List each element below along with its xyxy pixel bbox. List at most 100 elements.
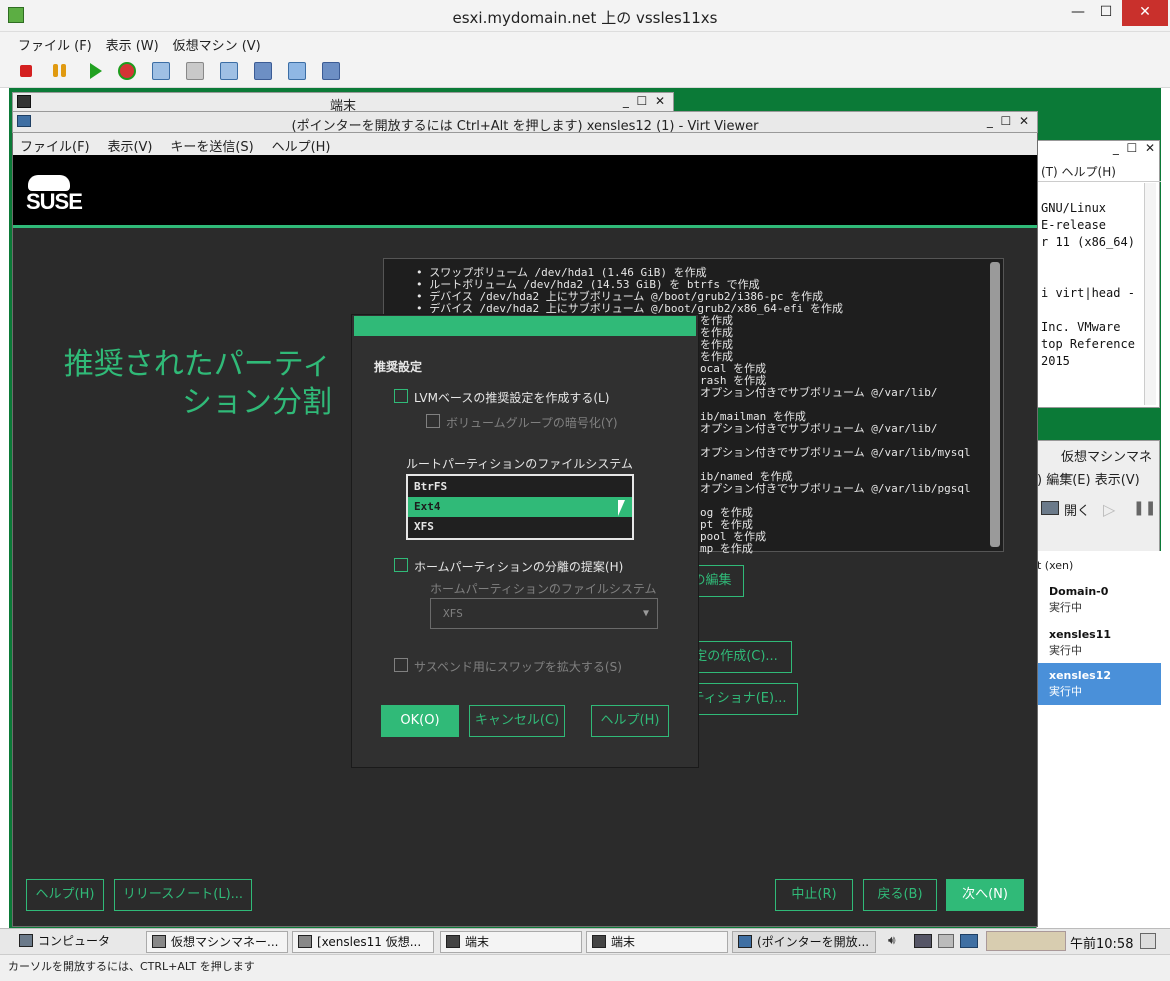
suse-logo: SUSE: [26, 189, 83, 214]
close-button[interactable]: ✕: [1122, 0, 1168, 26]
taskbar-terminal-1[interactable]: 端末: [440, 931, 582, 953]
reset-icon[interactable]: [118, 62, 136, 80]
log-scrollbar[interactable]: [990, 262, 1000, 547]
maximize-button[interactable]: ☐: [1090, 0, 1122, 26]
next-button[interactable]: 次へ(N): [946, 879, 1024, 911]
dialog-section-title: 推奨設定: [374, 360, 423, 374]
taskbar-label: [xensles11 仮想...: [317, 935, 422, 949]
page-title-line1: 推奨されたパーティ: [63, 347, 332, 382]
taskbar-vm-manager[interactable]: 仮想マシンマネー...: [146, 931, 288, 953]
log-line: mp を作成: [700, 542, 753, 555]
root-fs-list[interactable]: BtrFS Ext4 XFS: [406, 474, 634, 540]
vm-window-icon: [298, 935, 312, 948]
pause-icon[interactable]: [53, 64, 58, 77]
printer-icon[interactable]: [938, 934, 954, 948]
encrypt-checkbox[interactable]: [426, 414, 440, 428]
home-fs-value: XFS: [443, 607, 463, 620]
abort-button[interactable]: 中止(R): [775, 879, 853, 911]
dialog-help-button[interactable]: ヘルプ(H): [591, 705, 669, 737]
terminal-line: r 11 (x86_64): [1041, 235, 1135, 249]
release-notes-button[interactable]: リリースノート(L)...: [114, 879, 252, 911]
snapshot-icon[interactable]: [152, 62, 170, 80]
mouse-cursor-icon: [618, 500, 632, 516]
installer-help-button[interactable]: ヘルプ(H): [26, 879, 104, 911]
terminal-icon: [592, 935, 606, 948]
virt-viewer-menu: ファイル(F) 表示(V) キーを送信(S) ヘルプ(H): [13, 133, 1037, 155]
virt-viewer-window-controls[interactable]: _ ☐ ✕: [987, 114, 1029, 128]
terminal-line: 2015: [1041, 354, 1070, 368]
open-button[interactable]: 開く: [1064, 500, 1090, 519]
vm-manager-menu[interactable]: ) 編集(E) 表示(V): [1037, 469, 1140, 488]
chevron-down-icon: ▼: [642, 608, 649, 619]
home-fs-select[interactable]: XFS ▼: [430, 598, 658, 629]
lvm-checkbox[interactable]: [394, 389, 408, 403]
play-icon[interactable]: [90, 63, 102, 79]
clock: 午前10:58: [1070, 937, 1134, 952]
installer-header: [13, 155, 1037, 225]
menu-bar: ファイル (F) 表示 (W) 仮想マシン (V): [0, 32, 1170, 54]
scrollbar[interactable]: [1144, 183, 1156, 405]
revert-icon[interactable]: [220, 62, 238, 80]
show-desktop-icon[interactable]: [1140, 933, 1156, 949]
vm-item-selected[interactable]: xensles12 実行中: [1037, 663, 1161, 705]
home-partition-checkbox[interactable]: [394, 558, 408, 572]
console-icon[interactable]: [322, 62, 340, 80]
fs-option-ext4[interactable]: Ext4: [408, 497, 632, 517]
taskbar-terminal-2[interactable]: 端末: [586, 931, 728, 953]
computer-icon: [19, 934, 33, 947]
log-line: オプション付きでサブボリューム @/var/lib/: [700, 386, 938, 399]
workspace-switcher[interactable]: [986, 931, 1066, 951]
terminal-line: top Reference: [1041, 337, 1135, 351]
cancel-button[interactable]: キャンセル(C): [469, 705, 565, 737]
virt-viewer-titlebar[interactable]: (ポインターを開放するには Ctrl+Alt を押します) xensles12 …: [12, 111, 1038, 134]
taskbar: コンピュータ 仮想マシンマネー... [xensles11 仮想... 端末 端…: [0, 928, 1170, 954]
terminal-line: GNU/Linux: [1041, 201, 1107, 215]
pause-icon-bar: [61, 64, 66, 77]
terminal-line: i virt|head -: [1041, 286, 1135, 300]
proposal-settings-dialog: [351, 314, 699, 768]
home-partition-label[interactable]: ホームパーティションの分離の提案(H): [414, 558, 623, 575]
run-icon[interactable]: ▷: [1103, 500, 1115, 519]
vm-status: 実行中: [1049, 644, 1082, 657]
right-terminal-controls[interactable]: _ ☐ ✕: [1113, 141, 1155, 155]
settings-icon[interactable]: [288, 62, 306, 80]
ok-button[interactable]: OK(O): [381, 705, 459, 737]
volume-icon[interactable]: 🔊︎: [888, 933, 896, 948]
home-fs-label: ホームパーティションのファイルシステム: [430, 582, 657, 596]
host-label: t (xen): [1037, 559, 1074, 572]
terminal-window-titlebar[interactable]: 端末 _ ☐ ✕: [12, 92, 674, 114]
network-icon[interactable]: [254, 62, 272, 80]
vm-manager-icon: [152, 935, 166, 948]
terminal-line: Inc. VMware: [1041, 320, 1121, 334]
taskbar-computer[interactable]: コンピュータ: [14, 931, 140, 953]
stop-icon[interactable]: [20, 65, 32, 77]
fs-option-btrfs[interactable]: BtrFS: [408, 477, 632, 497]
header-divider: [13, 225, 1037, 228]
taskbar-label: (ポインターを開放...: [757, 935, 870, 949]
fs-option-xfs[interactable]: XFS: [408, 517, 632, 537]
taskbar-label: 端末: [465, 935, 490, 949]
terminal-window-controls[interactable]: _ ☐ ✕: [623, 94, 665, 108]
vm-item[interactable]: Domain-0 実行中: [1037, 579, 1161, 621]
root-fs-label: ルートパーティションのファイルシステム: [406, 457, 633, 471]
vm-item[interactable]: xensles11 実行中: [1037, 622, 1161, 664]
enlarge-swap-checkbox[interactable]: [394, 658, 408, 672]
log-line: オプション付きでサブボリューム @/var/lib/pgsql: [700, 482, 971, 495]
back-button[interactable]: 戻る(B): [863, 879, 937, 911]
taskbar-label: 端末: [611, 935, 636, 949]
right-terminal-menu[interactable]: (T) ヘルプ(H): [1041, 163, 1116, 180]
toolbar: [0, 54, 1170, 88]
vm-status: 実行中: [1049, 601, 1082, 614]
window-titlebar: esxi.mydomain.net 上の vssles11xs — ☐ ✕: [0, 0, 1170, 32]
terminal-icon: [446, 935, 460, 948]
network-tray-icon[interactable]: [914, 934, 932, 948]
taskbar-virt-viewer[interactable]: (ポインターを開放...: [732, 931, 876, 953]
monitor-icon: [1041, 501, 1059, 515]
page-title-line2: ション分割: [182, 385, 332, 420]
taskbar-xensles11[interactable]: [xensles11 仮想...: [292, 931, 434, 953]
lvm-label[interactable]: LVMベースの推奨設定を作成する(L): [414, 389, 609, 406]
virt-viewer-icon: [738, 935, 752, 948]
snapshot-manager-icon[interactable]: [186, 62, 204, 80]
pause-icon[interactable]: ❚❚: [1133, 500, 1156, 516]
display-icon[interactable]: [960, 934, 978, 948]
